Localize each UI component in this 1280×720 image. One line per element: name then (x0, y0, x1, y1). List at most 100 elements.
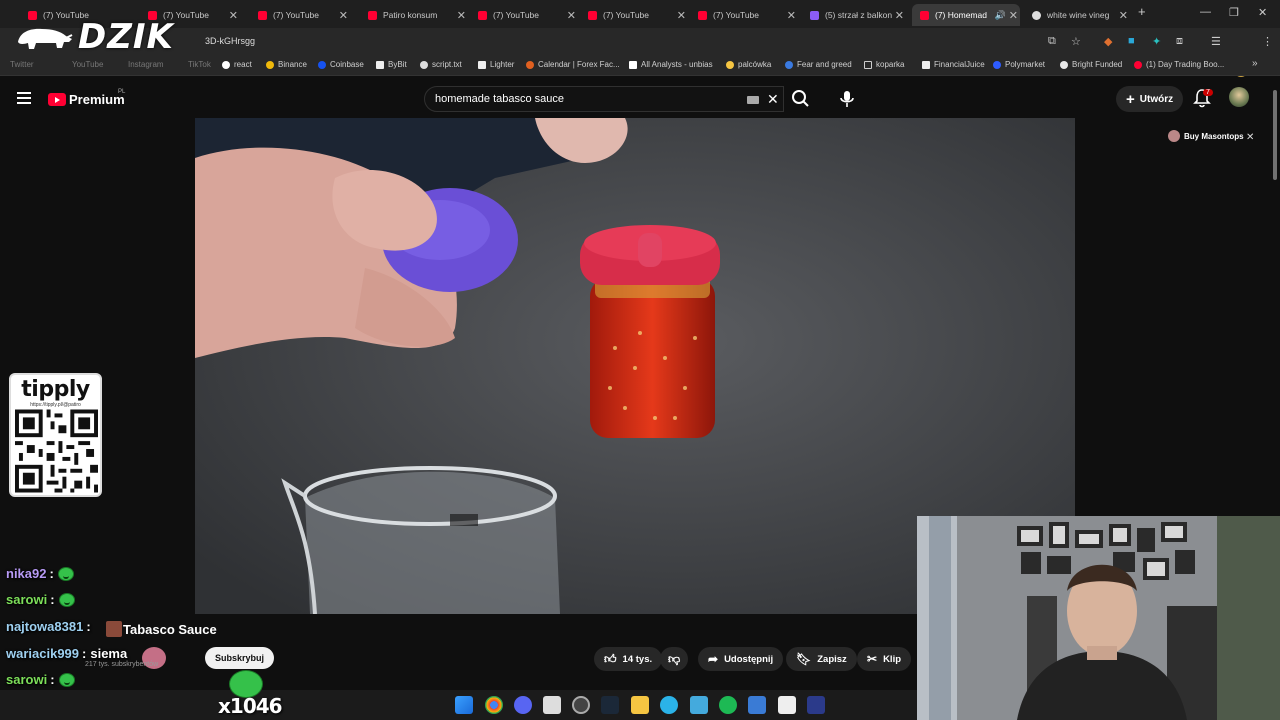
user-avatar[interactable] (1229, 87, 1249, 107)
youtube-play-icon (48, 93, 66, 106)
app-icon[interactable] (690, 696, 708, 714)
save-button[interactable]: 🔖︎ Zapisz (786, 647, 857, 671)
binance-icon (266, 60, 274, 69)
steam-icon[interactable] (601, 696, 619, 714)
new-tab-button[interactable]: + (1138, 4, 1146, 19)
webcam-feed (917, 516, 1280, 720)
scissors-icon: ✂ (867, 652, 878, 666)
subscribe-button[interactable]: Subskrybuj (205, 647, 275, 669)
extension-icon[interactable]: ✦ (1152, 35, 1161, 48)
menu-kebab-icon[interactable]: ⋮ (1262, 35, 1273, 48)
chrome-icon[interactable] (485, 696, 503, 714)
bookmark-item[interactable]: FinancialJuice (922, 60, 985, 69)
bookmark-item[interactable]: palcówka (726, 60, 771, 69)
browser-tab[interactable]: (7) YouTube ✕ (250, 4, 350, 26)
bookmark-item[interactable]: Fear and greed (785, 60, 852, 69)
edge-icon[interactable] (660, 696, 678, 714)
channel-subscriber-count: 217 tys. subskrybentów (85, 661, 159, 668)
maximize-icon[interactable]: ❐ (1229, 6, 1239, 19)
chat-message: najtowa8381: (6, 619, 91, 634)
browser-tab-active[interactable]: (7) Homemad 🔊 ✕ (912, 4, 1020, 26)
bookmark-item[interactable]: Instagram (128, 60, 164, 69)
media-controls-icon[interactable]: ☰ (1211, 35, 1221, 48)
spotify-icon[interactable] (719, 696, 737, 714)
like-button[interactable]: 👍︎ 14 tys. (594, 647, 663, 671)
browser-tab[interactable]: white wine vineg ✕ (1024, 4, 1130, 26)
windows-start-icon[interactable] (455, 696, 473, 714)
install-app-icon[interactable]: ⧉ (1048, 35, 1056, 48)
browser-tab[interactable]: (7) YouTube ✕ (690, 4, 798, 26)
bookmark-item[interactable]: react (222, 60, 252, 69)
bookmark-item[interactable]: Lighter (478, 60, 514, 69)
speaker-icon[interactable]: 🔊 (995, 10, 1006, 21)
bookmark-item[interactable]: ByBit (376, 60, 407, 69)
close-tab-icon[interactable]: ✕ (1119, 9, 1128, 22)
notepad-icon[interactable] (778, 696, 796, 714)
create-button[interactable]: + Utwórz (1116, 86, 1184, 112)
close-tab-icon[interactable]: ✕ (1009, 9, 1018, 22)
close-tab-icon[interactable]: ✕ (457, 9, 466, 22)
tab-favicon-icon (810, 10, 819, 20)
more-bookmarks-button[interactable]: » (1252, 58, 1258, 69)
hamburger-menu-icon[interactable] (17, 92, 31, 104)
webcam-image (917, 516, 1280, 720)
share-button[interactable]: ➦ Udostępnij (698, 647, 784, 671)
close-window-icon[interactable]: ✕ (1258, 6, 1267, 19)
bookmark-star-icon[interactable]: ☆ (1071, 35, 1081, 48)
bookmark-item[interactable]: Twitter (10, 60, 34, 69)
bookmark-item[interactable]: TikTok (188, 60, 211, 69)
extension-icon[interactable]: ■ (1128, 35, 1135, 47)
youtube-logo[interactable]: Premium (48, 92, 125, 107)
bookmark-item[interactable]: script.txt (420, 60, 462, 69)
close-tab-icon[interactable]: ✕ (677, 9, 686, 22)
browser-tab[interactable]: (5) strzał z balkon ✕ (802, 4, 906, 26)
close-tab-icon[interactable]: ✕ (895, 9, 904, 22)
close-ad-icon[interactable]: ✕ (1246, 132, 1254, 143)
scrollbar-thumb[interactable] (1273, 90, 1277, 180)
close-tab-icon[interactable]: ✕ (339, 9, 348, 22)
obs-icon[interactable] (572, 696, 590, 714)
search-icon[interactable] (786, 87, 816, 111)
lighter-icon (478, 60, 486, 69)
tipply-url: https://tipply.pl/@patiro (30, 402, 81, 408)
app-icon[interactable] (807, 696, 825, 714)
bookmark-icon: 🔖︎ (796, 652, 812, 666)
advertiser-avatar (1168, 130, 1180, 142)
browser-tab[interactable]: (7) YouTube ✕ (580, 4, 688, 26)
bookmark-item[interactable]: Coinbase (318, 60, 364, 69)
keyboard-icon[interactable] (747, 96, 759, 104)
bookmark-item[interactable]: Bright Funded (1060, 60, 1122, 69)
discord-icon[interactable] (514, 696, 532, 714)
youtube-favicon-icon (1134, 60, 1142, 69)
extension-icon[interactable]: ◆ (1104, 35, 1112, 48)
extensions-puzzle-icon[interactable]: ⧈ (1176, 35, 1183, 48)
file-explorer-icon[interactable] (631, 696, 649, 714)
bookmark-item[interactable]: YouTube (72, 60, 103, 69)
address-bar: 3D-kGHrsgg ⧉ ☆ ◆ ■ ✦ ⧈ ☰ ⋮ (0, 28, 1280, 77)
clip-button[interactable]: ✂ Klip (857, 647, 912, 671)
bookmark-item[interactable]: Calendar | Forex Fac... (526, 60, 620, 69)
ad-chip[interactable]: Buy Masontops (1168, 130, 1244, 142)
bookmark-folder[interactable]: koparka (864, 60, 904, 69)
emote-icon (57, 566, 74, 581)
bookmark-item[interactable]: Polymarket (993, 60, 1045, 69)
url-field[interactable]: 3D-kGHrsgg (205, 36, 255, 46)
close-tab-icon[interactable]: ✕ (787, 9, 796, 22)
fear-greed-icon (785, 60, 793, 69)
bookmark-item[interactable]: Binance (266, 60, 307, 69)
browser-tab[interactable]: Patiro konsum ✕ (360, 4, 468, 26)
bookmark-item[interactable]: (1) Day Trading Boo... (1134, 60, 1224, 69)
search-input[interactable] (435, 93, 735, 105)
minimize-icon[interactable]: — (1200, 6, 1211, 18)
clear-search-icon[interactable]: ✕ (767, 91, 779, 108)
close-tab-icon[interactable]: ✕ (567, 9, 576, 22)
app-icon[interactable] (748, 696, 766, 714)
close-tab-icon[interactable]: ✕ (229, 9, 238, 22)
microphone-icon[interactable] (834, 86, 860, 112)
app-icon[interactable] (543, 696, 561, 714)
search-box: ✕ (424, 86, 784, 112)
bookmark-item[interactable]: All Analysts - unbias (629, 60, 713, 69)
dislike-button[interactable]: 👎︎ (660, 647, 689, 671)
browser-tab[interactable]: (7) YouTube ✕ (470, 4, 578, 26)
thumbs-down-icon: 👎︎ (668, 651, 681, 666)
